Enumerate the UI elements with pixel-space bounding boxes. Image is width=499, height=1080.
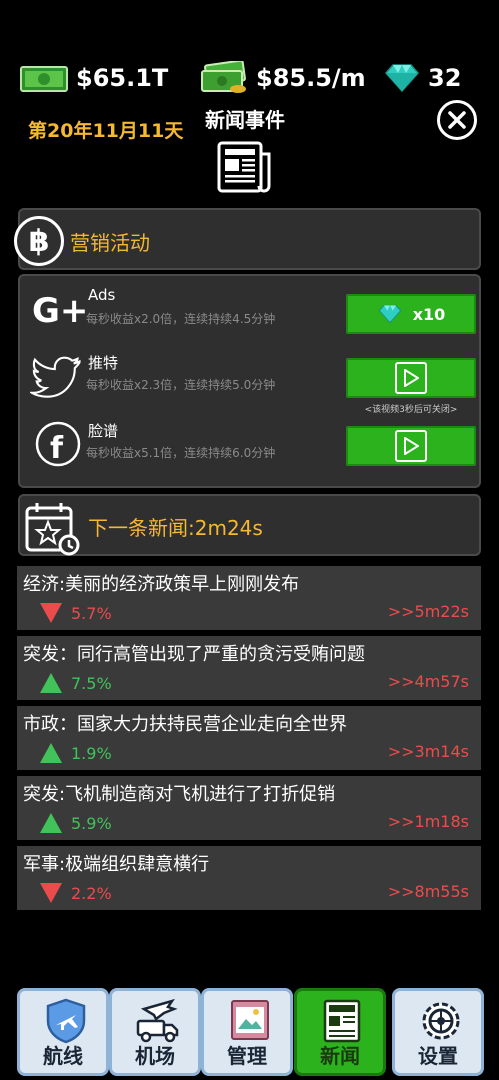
play-icon: [395, 362, 427, 394]
cash-value: $65.1T: [76, 64, 169, 92]
gear-icon: [422, 1002, 460, 1040]
play-icon: [395, 430, 427, 462]
marketing-item-name: Ads: [88, 286, 116, 304]
news-headline: 军事:极端组织肆意横行: [23, 854, 210, 875]
nav-label: 新闻: [320, 1044, 360, 1068]
news-headline: 突发：同行高管出现了严重的贪污受贿问题: [23, 644, 365, 665]
google-plus-icon: G+: [32, 291, 86, 331]
news-timer: >>3m14s: [387, 742, 469, 761]
news-item: 军事:极端组织肆意横行 2.2% >>8m55s: [17, 846, 481, 910]
news-headline: 市政：国家大力扶持民营企业走向全世界: [23, 714, 347, 735]
nav-label: 机场: [135, 1044, 175, 1068]
news-percent: 7.5%: [71, 674, 112, 693]
news-timer: >>1m18s: [387, 812, 469, 831]
marketing-item-twitter: 推特 每秒收益x2.3倍，连续持续5.0分钟 <该视频3秒后可关闭>: [20, 346, 479, 415]
arrow-down-icon: [40, 883, 62, 903]
news-headline: 经济:美丽的经济政策早上刚刚发布: [23, 574, 300, 595]
marketing-item-name: 脸谱: [88, 422, 119, 440]
marketing-item-desc: 每秒收益x2.0倍，连续持续4.5分钟: [86, 312, 276, 326]
news-item: 突发:飞机制造商对飞机进行了打折促销 5.9% >>1m18s: [17, 776, 481, 840]
close-icon: [448, 111, 466, 129]
diamond-icon: [385, 64, 419, 93]
newspaper-icon: [323, 999, 361, 1043]
news-item: 市政：国家大力扶持民营企业走向全世界 1.9% >>3m14s: [17, 706, 481, 770]
watch-video-twitter-button[interactable]: [346, 358, 476, 398]
cash-stat: $65.1T: [20, 60, 168, 96]
twitter-icon: [30, 356, 81, 398]
buy-ads-button[interactable]: x10: [346, 294, 476, 334]
cash-icon: [20, 66, 68, 92]
news-percent: 2.2%: [71, 884, 112, 903]
truck-plane-icon: [136, 998, 179, 1043]
gems-value: 32: [428, 64, 462, 92]
button-label: x10: [412, 304, 446, 324]
diamond-icon: [378, 304, 402, 324]
game-date: 第20年11月11天: [28, 120, 184, 142]
marketing-item-ads: G+ Ads 每秒收益x2.0倍，连续持续4.5分钟 x10: [20, 280, 479, 346]
news-headline: 突发:飞机制造商对飞机进行了打折促销: [23, 784, 336, 805]
facebook-icon: f: [35, 421, 81, 467]
page-title: 新闻事件: [205, 108, 285, 132]
papers-icon: [231, 1000, 269, 1040]
nav-management[interactable]: 管理: [201, 988, 293, 1076]
gems-stat: 32: [384, 60, 461, 96]
news-timer: >>8m55s: [387, 882, 469, 901]
nav-routes[interactable]: 航线: [17, 988, 109, 1076]
arrow-up-icon: [40, 743, 62, 763]
next-news-countdown: 下一条新闻:2m24s: [88, 516, 263, 540]
marketing-item-facebook: f 脸谱 每秒收益x5.1倍，连续持续6.0分钟: [20, 414, 479, 480]
close-button[interactable]: [437, 100, 477, 140]
arrow-up-icon: [40, 813, 62, 833]
income-rate-value: $85.5/m: [256, 64, 366, 92]
nav-label: 设置: [418, 1044, 458, 1068]
newspaper-icon: [217, 141, 271, 193]
marketing-list: G+ Ads 每秒收益x2.0倍，连续持续4.5分钟 x10 推特 每秒收益x2…: [18, 274, 481, 488]
news-item: 突发：同行高管出现了严重的贪污受贿问题 7.5% >>4m57s: [17, 636, 481, 700]
bitcoin-icon: ฿: [14, 216, 64, 266]
nav-label: 航线: [43, 1044, 83, 1068]
money-stack-icon: [201, 61, 246, 93]
calendar-clock-icon: [25, 503, 80, 556]
marketing-title: 营销活动: [70, 231, 150, 255]
news-timer: >>4m57s: [387, 672, 469, 691]
nav-news[interactable]: 新闻: [294, 988, 386, 1076]
arrow-up-icon: [40, 673, 62, 693]
svg-text:f: f: [50, 431, 64, 466]
arrow-down-icon: [40, 603, 62, 623]
marketing-header: ฿ 营销活动: [14, 208, 481, 270]
news-item: 经济:美丽的经济政策早上刚刚发布 5.7% >>5m22s: [17, 566, 481, 630]
news-timer: >>5m22s: [387, 602, 469, 621]
marketing-item-name: 推特: [88, 354, 119, 372]
marketing-item-desc: 每秒收益x2.3倍，连续持续5.0分钟: [86, 378, 276, 392]
news-percent: 5.7%: [71, 604, 112, 623]
svg-text:G+: G+: [32, 291, 86, 331]
income-rate-stat: $85.5/m: [200, 60, 366, 96]
nav-settings[interactable]: 设置: [392, 988, 484, 1076]
watch-video-facebook-button[interactable]: [346, 426, 476, 466]
marketing-item-desc: 每秒收益x5.1倍，连续持续6.0分钟: [86, 446, 276, 460]
nav-label: 管理: [227, 1044, 267, 1068]
shield-plane-icon: [46, 998, 86, 1044]
news-percent: 5.9%: [71, 814, 112, 833]
nav-airport[interactable]: 机场: [109, 988, 201, 1076]
next-news-panel: 下一条新闻:2m24s: [18, 494, 481, 556]
news-percent: 1.9%: [71, 744, 112, 763]
